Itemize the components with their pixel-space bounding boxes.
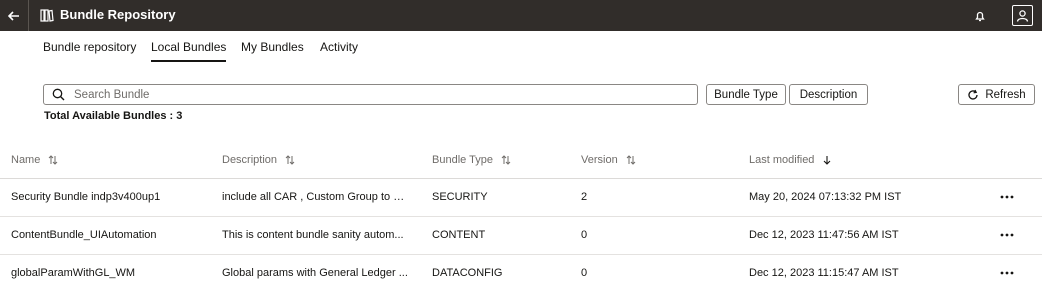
column-header-version[interactable]: Version	[581, 154, 636, 166]
cell-version: 0	[581, 267, 588, 279]
refresh-label: Refresh	[985, 88, 1026, 101]
tab-activity[interactable]: Activity	[320, 40, 358, 62]
more-horizontal-icon	[1000, 271, 1014, 275]
column-label: Bundle Type	[432, 154, 493, 166]
cell-name: Security Bundle indp3v400up1	[11, 191, 161, 203]
table-row[interactable]: ContentBundle_UIAutomation This is conte…	[0, 217, 1042, 255]
table-row[interactable]: globalParamWithGL_WM Global params with …	[0, 255, 1042, 289]
library-icon	[40, 9, 54, 22]
refresh-button[interactable]: Refresh	[958, 84, 1035, 105]
column-header-description[interactable]: Description	[222, 154, 295, 166]
cell-name: globalParamWithGL_WM	[11, 267, 136, 279]
cell-description: Global params with General Ledger ...	[222, 267, 408, 279]
sort-icon	[501, 155, 511, 165]
refresh-icon	[968, 89, 979, 100]
sort-descending-icon	[824, 156, 831, 165]
cell-version: 2	[581, 191, 588, 203]
column-header-last-modified[interactable]: Last modified	[749, 154, 832, 166]
cell-bundle-type: DATACONFIG	[432, 267, 503, 279]
search-icon	[52, 88, 66, 102]
header-divider	[28, 0, 29, 31]
more-horizontal-icon	[1000, 233, 1014, 237]
column-header-name[interactable]: Name	[11, 154, 58, 166]
cell-description: This is content bundle sanity autom...	[222, 229, 404, 241]
table-header: Name Description Bundle Type Version Las…	[0, 141, 1042, 179]
sort-icon	[626, 155, 636, 165]
notifications-button[interactable]	[970, 6, 990, 26]
cell-name: ContentBundle_UIAutomation	[11, 229, 157, 241]
cell-last-modified: Dec 12, 2023 11:15:47 AM IST	[749, 267, 899, 279]
cell-version: 0	[581, 229, 588, 241]
column-label: Version	[581, 154, 618, 166]
tab-bundle-repository[interactable]: Bundle repository	[43, 40, 136, 62]
column-header-bundle-type[interactable]: Bundle Type	[432, 154, 511, 166]
cell-bundle-type: CONTENT	[432, 229, 486, 241]
tab-my-bundles[interactable]: My Bundles	[241, 40, 304, 62]
tab-local-bundles[interactable]: Local Bundles	[151, 40, 227, 62]
sort-icon	[48, 155, 58, 165]
row-actions-button[interactable]	[998, 189, 1016, 205]
more-horizontal-icon	[1000, 195, 1014, 199]
bell-icon	[975, 11, 985, 22]
sort-icon	[285, 155, 295, 165]
cell-bundle-type: SECURITY	[432, 191, 488, 203]
search-field[interactable]	[43, 84, 698, 105]
total-bundles-count: Total Available Bundles : 3	[44, 110, 183, 122]
cell-last-modified: May 20, 2024 07:13:32 PM IST	[749, 191, 902, 203]
back-arrow-icon	[8, 10, 19, 21]
column-label: Name	[11, 154, 41, 166]
app-title: Bundle Repository	[60, 7, 176, 22]
row-actions-button[interactable]	[998, 265, 1016, 281]
cell-last-modified: Dec 12, 2023 11:47:56 AM IST	[749, 229, 899, 241]
back-button[interactable]	[0, 0, 28, 31]
column-label: Description	[222, 154, 278, 166]
row-actions-button[interactable]	[998, 227, 1016, 243]
search-input[interactable]	[74, 88, 674, 101]
cell-description: include all CAR , Custom Group to R...	[222, 191, 410, 203]
bundle-type-filter-button[interactable]: Bundle Type	[706, 84, 786, 105]
user-menu-button[interactable]	[1012, 5, 1033, 26]
table-row[interactable]: Security Bundle indp3v400up1 include all…	[0, 179, 1042, 217]
description-filter-button[interactable]: Description	[789, 84, 868, 105]
app-header: Bundle Repository	[0, 0, 1042, 31]
column-label: Last modified	[749, 154, 815, 166]
user-avatar-icon	[1016, 10, 1029, 22]
